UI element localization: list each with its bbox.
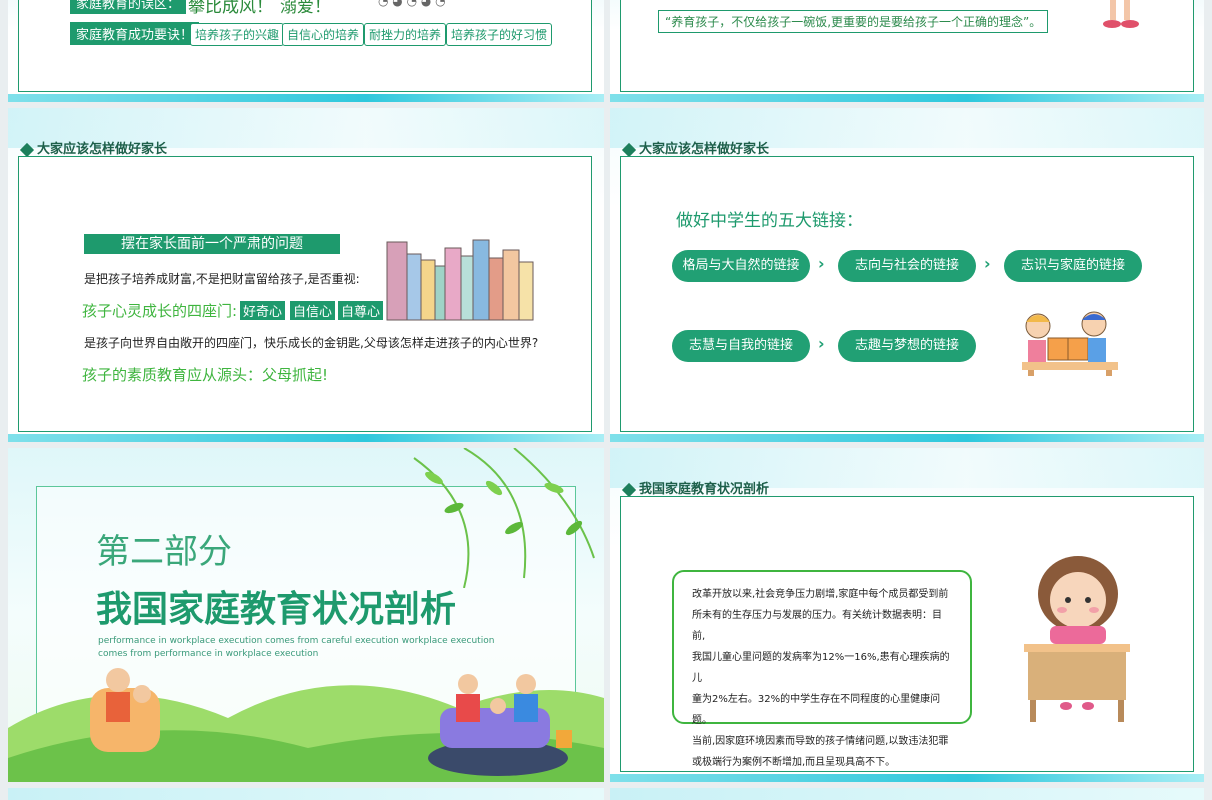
slide-header: 大家应该怎样做好家长 <box>621 138 770 157</box>
slide-bottom-bar <box>610 94 1204 102</box>
key-item: 培养孩子的兴趣 <box>190 23 285 46</box>
text-line-3: 孩子的素质教育应从源头：父母抓起! <box>82 366 329 384</box>
key-item: 培养孩子的好习惯 <box>446 23 553 46</box>
statistics-box: 改革开放以来,社会竞争压力剧增,家庭中每个成员都受到前 所未有的生存压力与发展的… <box>672 570 972 768</box>
doors-label: 孩子心灵成长的四座门: <box>82 302 238 320</box>
books-illustration <box>386 239 534 321</box>
door-tag: 自信心 <box>290 301 336 320</box>
statistics-line: 改革开放以来,社会竞争压力剧增,家庭中每个成员都受到前 <box>692 589 949 600</box>
links-title: 做好中学生的五大链接： <box>676 211 863 231</box>
link-pill: 志识与家庭的链接 <box>1004 250 1142 282</box>
link-pill: 志趣与梦想的链接 <box>838 330 976 362</box>
slide-thumbnail-3[interactable]: 大家应该怎样做好家长 摆在家长面前一个严肃的问题 是把孩子培养成财富,不是把财富… <box>8 108 604 442</box>
key-item: 耐挫力的培养 <box>364 23 447 46</box>
slide-bottom-bar <box>8 434 604 442</box>
slide-thumbnail-7[interactable] <box>8 788 604 800</box>
slide-thumbnail-5[interactable]: 第二部分 我国家庭教育状况剖析 performance in workplace… <box>8 448 604 782</box>
door-tag: 好奇心 <box>240 301 286 320</box>
text-line-1: 是把孩子培养成财富,不是把财富留给孩子,是否重视: <box>84 272 360 286</box>
statistics-line: 所未有的生存压力与发展的压力。有关统计数据表明：目前, <box>692 610 942 642</box>
subtitle-line-1: performance in workplace execution comes… <box>98 636 495 646</box>
mistake-comparison: 攀比成风！ <box>188 0 273 17</box>
slide-thumbnail-2[interactable]: “养育孩子，不仅给孩子一碗饭,更重要的是要给孩子一个正确的理念”。 <box>610 0 1204 102</box>
diamond-icon <box>621 142 637 157</box>
kids-reading-illustration <box>1022 311 1118 376</box>
chevron-right-icon: › <box>818 334 825 353</box>
slide-header: 我国家庭教育状况剖析 <box>621 478 770 497</box>
diamond-icon <box>621 482 637 497</box>
slide-bottom-bar <box>8 94 604 102</box>
success-key-label: 家庭教育成功要诀！ <box>70 22 200 45</box>
decoration-icons: ◔ ◕ ◔ ◕ ◔ <box>378 0 446 8</box>
leaves-decoration <box>413 448 595 588</box>
mistake-label: 家庭教育的误区： <box>70 0 187 14</box>
quote-box: “养育孩子，不仅给孩子一碗饭,更重要的是要给孩子一个正确的理念”。 <box>658 10 1049 33</box>
girl-at-desk-illustration <box>1024 556 1130 722</box>
slide-header-text: 大家应该怎样做好家长 <box>639 142 770 157</box>
statistics-line: 我国儿童心里问题的发病率为12%一16%,患有心理疾病的儿 <box>692 652 950 684</box>
slide-header-text: 大家应该怎样做好家长 <box>37 142 168 157</box>
link-pill: 志向与社会的链接 <box>838 250 976 282</box>
question-banner: 摆在家长面前一个严肃的问题 <box>84 234 340 254</box>
girl-illustration <box>1103 0 1139 28</box>
slide-bottom-bar <box>610 774 1204 782</box>
link-pill: 格局与大自然的链接 <box>672 250 810 282</box>
key-item: 自信心的培养 <box>282 23 365 46</box>
door-tag: 自尊心 <box>338 301 384 320</box>
slide-thumbnail-1[interactable]: 家庭教育的误区： 攀比成风！ 溺爱！ ◔ ◕ ◔ ◕ ◔ 家庭教育成功要诀！ 培… <box>8 0 604 102</box>
mistake-spoiling: 溺爱！ <box>280 0 331 17</box>
text-line-2: 是孩子向世界自由敞开的四座门，快乐成长的金钥匙,父母该怎样走进孩子的内心世界? <box>84 336 539 350</box>
hills-illustration <box>8 668 604 782</box>
section-title: 我国家庭教育状况剖析 <box>96 589 457 630</box>
slide-thumbnail-4[interactable]: 大家应该怎样做好家长 做好中学生的五大链接： 格局与大自然的链接 › 志向与社会… <box>610 108 1204 442</box>
diamond-icon <box>19 142 35 157</box>
slide-header-text: 我国家庭教育状况剖析 <box>639 482 770 497</box>
statistics-line: 童为2%左右。32%的中学生存在不同程度的心里健康问题。 <box>692 694 941 726</box>
slide-header: 大家应该怎样做好家长 <box>19 138 168 157</box>
statistics-line: 当前,因家庭环境因素而导致的孩子情绪问题,以致违法犯罪 <box>692 736 949 747</box>
chevron-right-icon: › <box>984 254 991 273</box>
section-number: 第二部分 <box>96 532 232 572</box>
link-pill: 志慧与自我的链接 <box>672 330 810 362</box>
slide-thumbnail-8[interactable] <box>610 788 1204 800</box>
slide-bottom-bar <box>610 434 1204 442</box>
statistics-line: 或极端行为案例不断增加,而且呈现具高不下。 <box>692 757 896 768</box>
chevron-right-icon: › <box>818 254 825 273</box>
slide-thumbnail-6[interactable]: 我国家庭教育状况剖析 改革开放以来,社会竞争压力剧增,家庭中每个成员都受到前 所… <box>610 448 1204 782</box>
slide-frame <box>620 156 1194 432</box>
